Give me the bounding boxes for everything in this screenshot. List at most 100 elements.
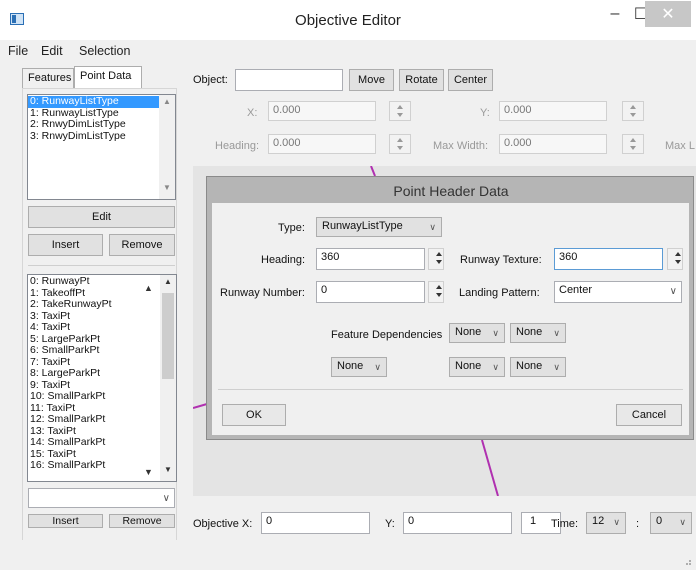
point-list-scrollbar[interactable]: ▲ ▼	[160, 275, 176, 481]
menu-file[interactable]: File	[8, 44, 28, 58]
runway-number-spinner[interactable]	[428, 281, 444, 303]
chevron-down-icon: ∨	[613, 517, 620, 527]
time-label: Time:	[551, 518, 579, 530]
time-minutes-select[interactable]: 0 ∨	[650, 512, 692, 534]
chevron-down-icon: ∨	[553, 328, 560, 338]
chevron-up-icon[interactable]: ▲	[159, 97, 175, 111]
type-select[interactable]: RunwayListType ∨	[316, 217, 442, 237]
dependency-value: None	[516, 326, 543, 338]
remove-button-2[interactable]: Remove	[109, 514, 175, 528]
runway-texture-label: Runway Texture:	[460, 254, 542, 266]
dependency-select[interactable]: None ∨	[449, 357, 505, 377]
chevron-down-icon: ∨	[429, 222, 436, 232]
chevron-down-icon: ∨	[679, 517, 686, 527]
max-width-label: Max Width:	[433, 140, 489, 152]
chevron-down-icon[interactable]: ▼	[159, 183, 175, 197]
heading-dialog-spinner[interactable]	[428, 248, 444, 270]
object-input[interactable]	[235, 69, 343, 91]
dialog-divider	[218, 389, 683, 390]
status-bar	[0, 540, 696, 570]
menu-edit[interactable]: Edit	[41, 44, 63, 58]
move-button[interactable]: Move	[349, 69, 394, 91]
max-width-input[interactable]: 0.000	[499, 134, 607, 154]
runway-number-label: Runway Number:	[220, 287, 305, 299]
cancel-button[interactable]: Cancel	[616, 404, 682, 426]
dialog-body: Type: RunwayListType ∨ Heading: 360 Runw…	[212, 203, 689, 435]
edit-button[interactable]: Edit	[28, 206, 175, 228]
runway-texture-spinner[interactable]	[667, 248, 683, 270]
center-button[interactable]: Center	[448, 69, 493, 91]
chevron-down-icon[interactable]: ▼	[160, 465, 176, 479]
runway-texture-input[interactable]: 360	[554, 248, 663, 270]
chevron-up-icon[interactable]: ▲	[160, 277, 176, 291]
heading-label: Heading:	[215, 140, 260, 152]
max-length-label: Max L	[665, 140, 695, 152]
tab-features[interactable]: Features	[22, 68, 74, 88]
objective-x-input[interactable]: 0	[261, 512, 370, 534]
list-item[interactable]: 14: SmallParkPt	[28, 436, 142, 449]
list-item[interactable]: 8: LargeParkPt	[28, 367, 142, 380]
type-select-value: RunwayListType	[322, 220, 403, 232]
landing-pattern-value: Center	[559, 284, 593, 296]
time-minutes-value: 0	[656, 515, 663, 527]
point-list[interactable]: 0: RunwayPt 1: TakeoffPt 2: TakeRunwayPt…	[27, 274, 177, 482]
close-button[interactable]: ✕	[645, 1, 691, 27]
dialog-title: Point Header Data	[393, 183, 509, 199]
list-item[interactable]: 0: RunwayListType	[28, 95, 175, 108]
object-label: Object:	[193, 74, 228, 86]
list-item[interactable]: 6: SmallParkPt	[28, 344, 142, 357]
x-input[interactable]: 0.000	[268, 101, 376, 121]
rotate-button[interactable]: Rotate	[399, 69, 444, 91]
divider	[28, 256, 175, 274]
objective-y-label: Y:	[385, 518, 395, 530]
list-item[interactable]: 4: TaxiPt	[28, 321, 142, 334]
list-item[interactable]: 0: RunwayPt	[28, 275, 142, 288]
list-item[interactable]: 12: SmallParkPt	[28, 413, 142, 426]
chevron-down-icon: ∨	[492, 362, 499, 372]
objective-x-label: Objective X:	[193, 518, 253, 530]
heading-dialog-input[interactable]: 360	[316, 248, 425, 270]
list-item[interactable]: 2: RnwyDimListType	[28, 118, 175, 131]
landing-pattern-select[interactable]: Center ∨	[554, 281, 682, 303]
chevron-up-icon[interactable]: ▲	[144, 283, 153, 293]
objective-y-input[interactable]: 0	[403, 512, 512, 534]
feature-list-scrollbar[interactable]: ▲ ▼	[159, 95, 175, 199]
chevron-down-icon: ∨	[669, 286, 677, 297]
insert-button-2[interactable]: Insert	[28, 514, 103, 528]
insert-button[interactable]: Insert	[28, 234, 103, 256]
y-input[interactable]: 0.000	[499, 101, 607, 121]
heading-input[interactable]: 0.000	[268, 134, 376, 154]
tab-point-data[interactable]: Point Data	[74, 66, 142, 88]
dependency-value: None	[455, 360, 482, 372]
type-label: Type:	[278, 222, 305, 234]
dependency-select[interactable]: None ∨	[510, 357, 566, 377]
resize-grip-icon[interactable]	[682, 556, 692, 566]
dependency-select[interactable]: None ∨	[331, 357, 387, 377]
chevron-down-icon: ∨	[553, 362, 560, 372]
scrollbar-thumb[interactable]	[162, 293, 174, 379]
menu-selection[interactable]: Selection	[79, 44, 130, 58]
remove-button[interactable]: Remove	[109, 234, 175, 256]
list-item[interactable]: 3: RnwyDimListType	[28, 130, 175, 143]
heading-spinner[interactable]	[389, 134, 411, 154]
dependency-select[interactable]: None ∨	[510, 323, 566, 343]
time-hours-select[interactable]: 12 ∨	[586, 512, 626, 534]
y-spinner[interactable]	[622, 101, 644, 121]
time-separator: :	[636, 518, 640, 530]
dependency-value: None	[337, 360, 364, 372]
dependency-select[interactable]: None ∨	[449, 323, 505, 343]
landing-pattern-label: Landing Pattern:	[459, 287, 540, 299]
point-combo[interactable]: ∨	[28, 488, 175, 508]
time-hours-value: 12	[592, 515, 605, 527]
list-item[interactable]: 10: SmallParkPt	[28, 390, 142, 403]
list-item[interactable]: 2: TakeRunwayPt	[28, 298, 142, 311]
x-spinner[interactable]	[389, 101, 411, 121]
max-width-spinner[interactable]	[622, 134, 644, 154]
ok-button[interactable]: OK	[222, 404, 286, 426]
list-item[interactable]: 16: SmallParkPt	[28, 459, 142, 472]
feature-list[interactable]: 0: RunwayListType 1: RunwayListType 2: R…	[27, 94, 176, 200]
chevron-down-icon: ∨	[374, 362, 381, 372]
chevron-down-icon[interactable]: ▼	[144, 467, 153, 477]
runway-number-input[interactable]: 0	[316, 281, 425, 303]
dependency-value: None	[455, 326, 482, 338]
